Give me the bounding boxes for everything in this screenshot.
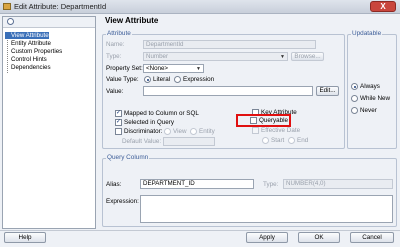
while-new-radio[interactable] (351, 95, 358, 102)
name-label: Name: (106, 41, 125, 48)
nav-item-dependencies[interactable]: Dependencies (5, 64, 51, 71)
entity-radio[interactable] (190, 128, 197, 135)
chevron-down-icon: ▼ (196, 66, 201, 72)
property-set-dropdown[interactable]: <None> ▼ (143, 64, 204, 73)
end-label: End (297, 137, 309, 144)
property-set-value: <None> (146, 65, 169, 72)
name-field[interactable]: DepartmentId (143, 40, 316, 49)
view-radio[interactable] (164, 128, 171, 135)
search-icon[interactable] (7, 18, 14, 25)
edit-button[interactable]: Edit... (316, 86, 339, 96)
always-label: Always (360, 83, 380, 90)
value-type-label: Value Type: (106, 76, 139, 83)
start-label: Start (271, 137, 285, 144)
property-set-label: Property Set: (106, 65, 143, 72)
alias-field[interactable]: DEPARTMENT_ID (140, 179, 254, 189)
end-radio[interactable] (288, 137, 295, 144)
attribute-group-title: Attribute (106, 30, 132, 37)
window-title: Edit Attribute: DepartmentId (14, 2, 107, 11)
browse-button[interactable]: Browse... (291, 52, 324, 61)
navigation-toolbar (3, 17, 95, 28)
title-bar: Edit Attribute: DepartmentId X (0, 0, 400, 14)
effective-date-label: Effective Date (261, 127, 301, 134)
discriminator-label: Discriminator: (124, 128, 163, 135)
expression-radio-label: Expression (183, 76, 215, 83)
value-field[interactable] (143, 86, 313, 96)
discriminator-checkbox[interactable] (115, 128, 122, 135)
cancel-button[interactable]: Cancel (350, 232, 394, 243)
nav-item-control-hints[interactable]: Control Hints (5, 56, 47, 63)
mapped-label: Mapped to Column or SQL (124, 110, 199, 117)
nav-item-view-attribute[interactable]: View Attribute (5, 32, 49, 39)
never-label: Never (360, 107, 377, 114)
while-new-label: While New (360, 95, 391, 102)
edit-attribute-dialog: Edit Attribute: DepartmentId X View Attr… (0, 0, 400, 247)
nav-item-custom-properties[interactable]: Custom Properties (5, 48, 62, 55)
mapped-checkbox[interactable]: ✓ (115, 110, 122, 117)
type-dropdown[interactable]: Number ▼ (143, 52, 288, 61)
navigation-panel: View Attribute Entity Attribute Custom P… (2, 16, 96, 229)
updatable-group (347, 34, 397, 149)
always-radio[interactable] (351, 83, 358, 90)
literal-radio[interactable] (144, 76, 151, 83)
ok-button[interactable]: OK (298, 232, 340, 243)
expression-radio[interactable] (174, 76, 181, 83)
type-label: Type: (106, 53, 122, 60)
default-value-label: Default Value: (122, 138, 162, 145)
dialog-icon (3, 3, 11, 10)
query-column-group-title: Query Column (106, 154, 150, 161)
view-label: View (173, 128, 187, 135)
selected-in-query-checkbox[interactable]: ✓ (115, 119, 122, 126)
type-value: Number (146, 53, 169, 60)
query-type-label: Type: (263, 181, 279, 188)
value-label: Value: (106, 88, 124, 95)
query-expression-field[interactable] (140, 195, 393, 223)
chevron-down-icon: ▼ (280, 54, 285, 60)
alias-label: Alias: (106, 181, 122, 188)
updatable-group-title: Updatable (351, 30, 383, 37)
never-radio[interactable] (351, 107, 358, 114)
close-button[interactable]: X (370, 1, 396, 12)
page-title: View Attribute (105, 16, 159, 25)
query-type-field[interactable]: NUMBER(4,0) (283, 179, 393, 189)
start-radio[interactable] (262, 137, 269, 144)
nav-item-entity-attribute[interactable]: Entity Attribute (5, 40, 51, 47)
footer-divider (0, 230, 400, 231)
effective-date-checkbox[interactable] (252, 127, 259, 134)
literal-label: Literal (153, 76, 171, 83)
help-button[interactable]: Help (4, 232, 46, 243)
selected-in-query-label: Selected in Query (124, 119, 175, 126)
entity-label: Entity (199, 128, 215, 135)
queryable-label: Queryable (259, 117, 289, 124)
query-expression-label: Expression: (106, 198, 139, 205)
queryable-checkbox[interactable] (250, 117, 257, 124)
apply-button[interactable]: Apply (246, 232, 288, 243)
default-value-field[interactable] (163, 137, 215, 146)
